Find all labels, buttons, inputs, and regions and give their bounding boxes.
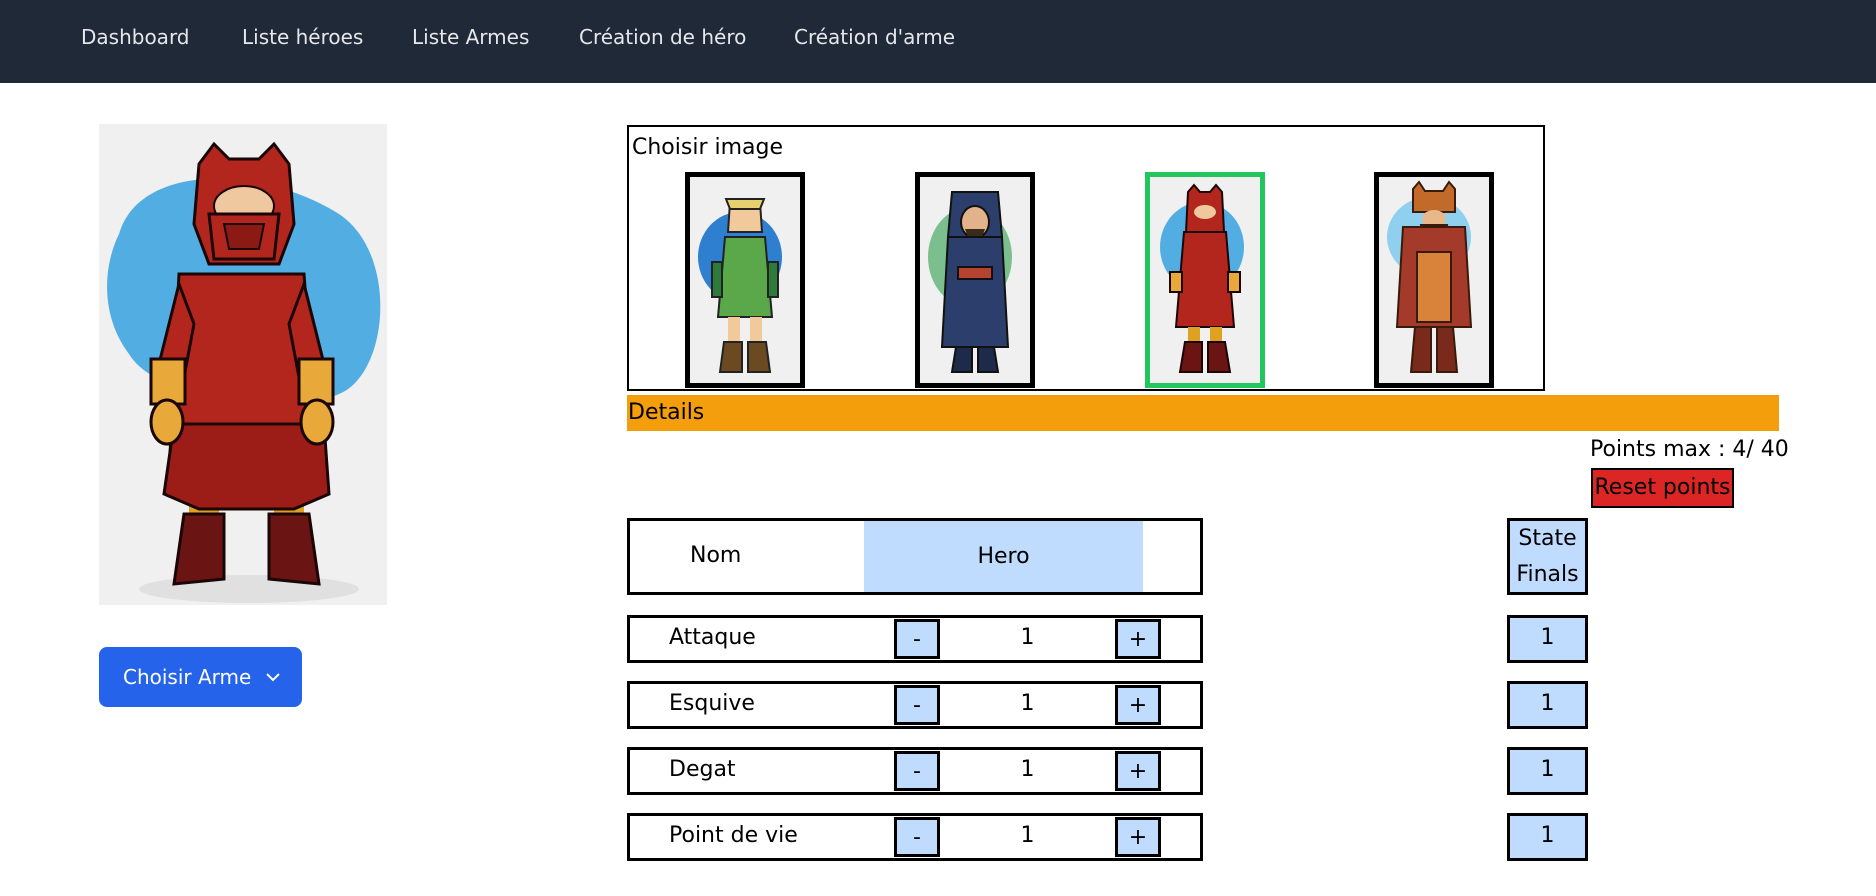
image-option-elf-archer[interactable] (685, 172, 805, 388)
final-point-de-vie-value: 1 (1507, 813, 1588, 861)
esquive-increment-button[interactable]: + (1115, 685, 1161, 725)
final-stats-header-line1: State (1518, 526, 1577, 551)
nav-dashboard[interactable]: Dashboard (81, 25, 190, 49)
attaque-increment-button[interactable]: + (1115, 619, 1161, 659)
stat-value: 1 (1020, 691, 1035, 716)
stat-row-point-de-vie: Point de vie - 1 + (627, 813, 1203, 861)
final-stats-header: State Finals (1507, 518, 1588, 595)
details-bar: Details (627, 395, 1779, 431)
final-stats-header-line2: Finals (1516, 562, 1579, 587)
image-option-dwarf-warrior[interactable] (1374, 172, 1494, 388)
name-label: Nom (690, 543, 742, 568)
choose-weapon-label: Choisir Arme (123, 665, 252, 689)
nav-creation-hero[interactable]: Création de héro (579, 25, 746, 49)
stat-value: 1 (1020, 823, 1035, 848)
final-attaque-value: 1 (1507, 615, 1588, 663)
stat-row-esquive: Esquive - 1 + (627, 681, 1203, 729)
image-option-hooded-rogue[interactable] (915, 172, 1035, 388)
image-chooser: Choisir image (627, 125, 1545, 391)
reset-points-button[interactable]: Reset points (1591, 468, 1734, 508)
name-row: Nom (627, 518, 1203, 595)
top-navbar: Dashboard Liste héroes Liste Armes Créat… (0, 0, 1876, 83)
final-esquive-value: 1 (1507, 681, 1588, 729)
choose-weapon-dropdown[interactable]: Choisir Arme (99, 647, 302, 707)
points-max-text: Points max : 4/ 40 (1590, 437, 1789, 462)
stat-row-attaque: Attaque - 1 + (627, 615, 1203, 663)
nav-creation-arme[interactable]: Création d'arme (794, 25, 955, 49)
stat-value: 1 (1020, 625, 1035, 650)
image-option-red-owl-knight[interactable] (1145, 172, 1265, 388)
image-chooser-title: Choisir image (632, 135, 784, 160)
point-de-vie-decrement-button[interactable]: - (894, 817, 940, 857)
chevron-down-icon (266, 673, 281, 682)
degat-increment-button[interactable]: + (1115, 751, 1161, 791)
nav-liste-armes[interactable]: Liste Armes (412, 25, 529, 49)
stat-label: Attaque (669, 625, 756, 650)
esquive-decrement-button[interactable]: - (894, 685, 940, 725)
stat-row-degat: Degat - 1 + (627, 747, 1203, 795)
final-degat-value: 1 (1507, 747, 1588, 795)
stat-label: Point de vie (669, 823, 798, 848)
hero-name-input[interactable] (864, 521, 1143, 592)
hero-preview-image (99, 124, 387, 605)
point-de-vie-increment-button[interactable]: + (1115, 817, 1161, 857)
degat-decrement-button[interactable]: - (894, 751, 940, 791)
nav-liste-heroes[interactable]: Liste héroes (242, 25, 363, 49)
details-title: Details (628, 400, 705, 425)
stat-value: 1 (1020, 757, 1035, 782)
stat-label: Degat (669, 757, 736, 782)
attaque-decrement-button[interactable]: - (894, 619, 940, 659)
stat-label: Esquive (669, 691, 755, 716)
